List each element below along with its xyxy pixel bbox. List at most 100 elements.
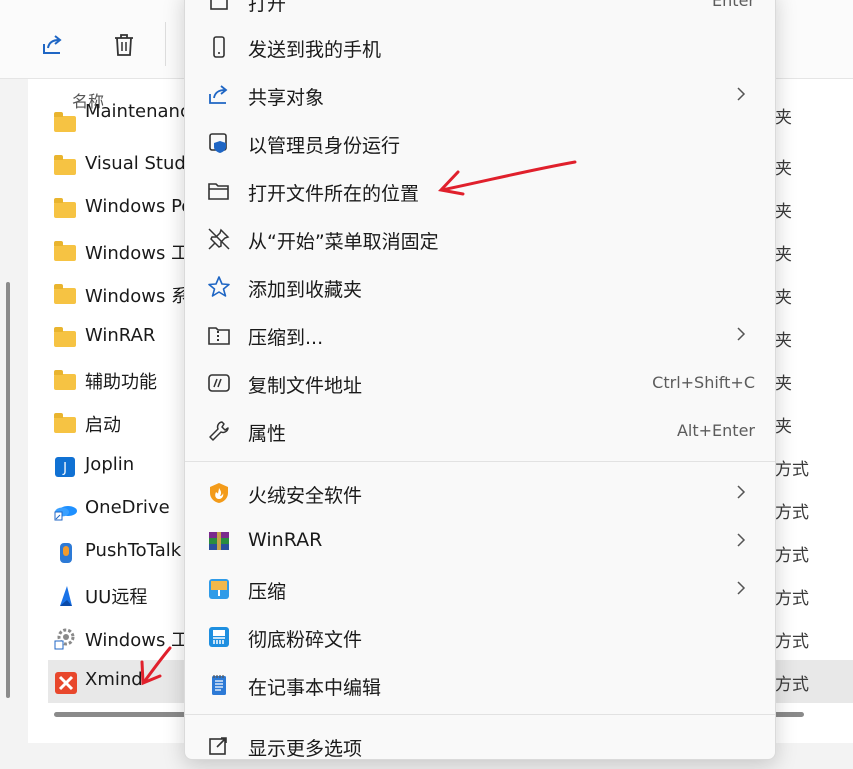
menu-label: 添加到收藏夹 [248,279,363,301]
xmind-shortcut-icon [54,671,78,694]
menu-divider [185,461,775,462]
menu-label: 打开文件所在的位置 [248,183,420,205]
menu-label: 彻底粉碎文件 [248,629,363,651]
file-type: 方式 [775,460,809,480]
menu-label: 属性 [248,423,287,445]
file-type: 方式 [775,632,809,652]
menu-label: 打开 [248,0,287,15]
file-type: 夹 [775,417,792,437]
file-name: Xmind [85,669,143,690]
chevron-right-icon [737,87,746,101]
folder-open-icon [205,178,233,204]
joplin-shortcut-icon: J [54,456,78,478]
menu-item-huorong[interactable]: 火绒安全软件 [185,470,775,516]
folder-icon [54,327,78,349]
shredder-icon [205,624,233,650]
menu-label: 以管理员身份运行 [248,135,401,157]
notepad-icon [205,672,233,698]
chevron-right-icon [737,581,746,595]
file-name: OneDrive [85,497,170,518]
file-name: UU远程 [85,587,148,608]
phone-icon [205,34,233,60]
menu-label: 复制文件地址 [248,375,363,397]
file-name: Windows Po [85,196,193,217]
menu-item-edit-notepad[interactable]: 在记事本中编辑 [185,662,775,708]
file-name: WinRAR [85,325,156,346]
menu-item-send-to-phone[interactable]: 发送到我的手机 [185,24,775,70]
file-name: 启动 [85,415,121,436]
folder-icon [54,370,78,392]
file-name: 辅助功能 [85,372,157,393]
uu-shortcut-icon [54,585,78,607]
menu-label: 显示更多选项 [248,738,363,760]
vertical-scrollbar[interactable] [6,282,10,698]
file-type: 夹 [775,331,792,351]
menu-item-share[interactable]: 共享对象 [185,72,775,118]
file-name: Windows 工 [85,243,190,264]
chevron-right-icon [737,327,746,341]
file-type: 夹 [775,374,792,394]
menu-shortcut: Alt+Enter [676,421,755,440]
menu-item-shred-file[interactable]: 彻底粉碎文件 [185,614,775,660]
open-icon [205,0,233,14]
chevron-right-icon [737,485,746,499]
file-name: Joplin [85,454,135,475]
unpin-icon [205,226,233,252]
folder-icon [54,112,78,134]
menu-item-compress-to[interactable]: 压缩到... [185,312,775,358]
file-type: 夹 [775,159,792,179]
file-type: 夹 [775,288,792,308]
file-name: Windows 工 [85,630,190,651]
more-options-icon [205,733,233,759]
menu-item-properties[interactable]: 属性 Alt+Enter [185,408,775,454]
menu-item-run-as-admin[interactable]: 以管理员身份运行 [185,120,775,166]
file-name: PushToTalk [85,540,182,561]
menu-label: 发送到我的手机 [248,39,382,61]
winrar-icon [205,528,233,554]
windows-tools-shortcut-icon [54,628,78,650]
menu-item-unpin-start[interactable]: 从“开始”菜单取消固定 [185,216,775,262]
menu-item-winrar[interactable]: WinRAR [185,518,775,564]
file-name: Maintenanc [85,101,190,122]
file-name: Visual Stud [85,153,186,174]
file-type: 方式 [775,546,809,566]
file-type: 夹 [775,245,792,265]
file-type: 方式 [775,589,809,609]
folder-icon [54,155,78,177]
pushtotalk-shortcut-icon [54,542,78,564]
share-icon [205,82,233,108]
trash-icon [115,34,133,56]
compress-icon [205,576,233,602]
file-type: 方式 [775,503,809,523]
wrench-icon [205,418,233,444]
delete-button[interactable] [108,29,140,61]
menu-item-copy-path[interactable]: 复制文件地址 Ctrl+Shift+C [185,360,775,406]
menu-label: 从“开始”菜单取消固定 [248,231,439,253]
menu-label: WinRAR [248,529,323,551]
menu-item-show-more-options[interactable]: 显示更多选项 [185,723,775,769]
menu-label: 压缩 [248,581,287,603]
menu-item-compress[interactable]: 压缩 [185,566,775,612]
menu-label: 在记事本中编辑 [248,677,382,699]
admin-shield-icon [205,130,233,156]
copy-path-icon [205,370,233,396]
file-name: Windows 系 [85,286,190,307]
menu-item-open-file-location[interactable]: 打开文件所在的位置 [185,168,775,214]
menu-label: 火绒安全软件 [248,485,363,507]
menu-divider [185,714,775,715]
folder-icon [54,413,78,435]
file-type: 夹 [775,202,792,222]
share-button[interactable] [37,29,69,61]
menu-item-add-favorites[interactable]: 添加到收藏夹 [185,264,775,310]
file-type: 方式 [775,675,809,695]
menu-label: 压缩到... [248,327,324,349]
menu-shortcut: Enter [712,0,755,10]
folder-icon [54,284,78,306]
file-type: 夹 [775,108,792,128]
toolbar-divider [165,22,166,66]
svg-text:J: J [62,461,67,476]
folder-icon [54,198,78,220]
onedrive-shortcut-icon [54,499,78,521]
menu-item-open[interactable]: 打开 Enter [185,0,775,24]
star-icon [205,274,233,300]
